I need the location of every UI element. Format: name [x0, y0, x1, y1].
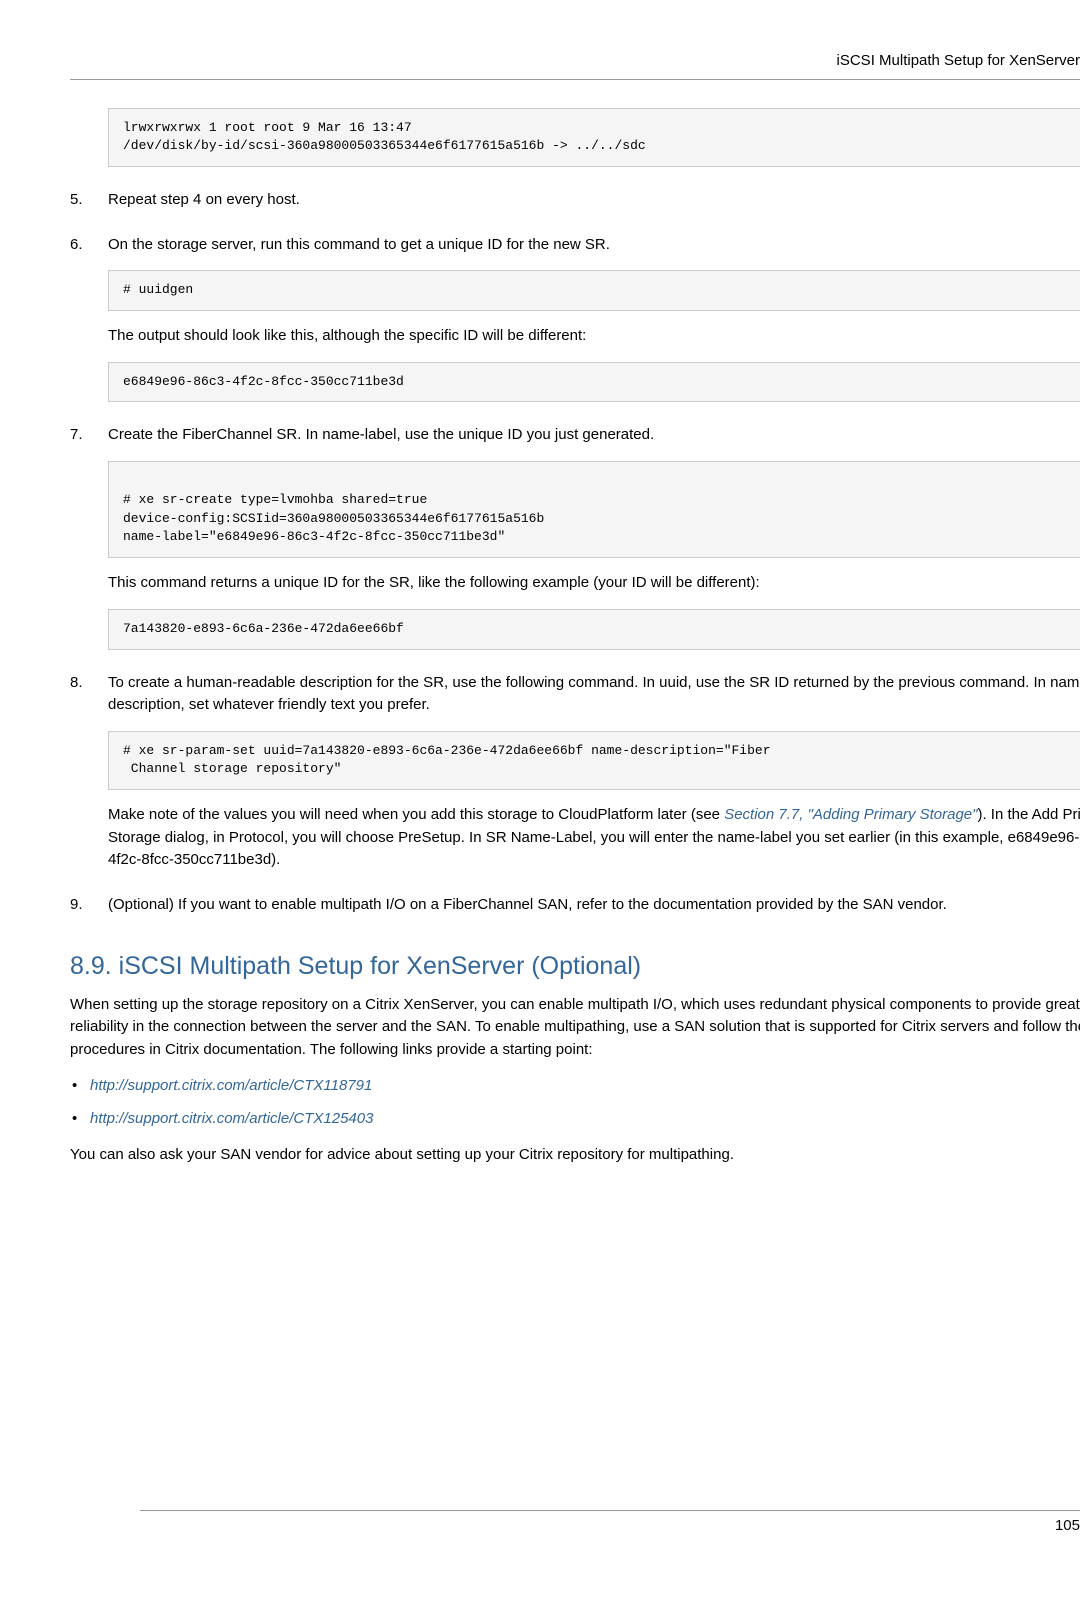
- page-footer: 105: [140, 1510, 1080, 1538]
- text-span: Make note of the values you will need wh…: [108, 806, 724, 823]
- section-paragraph: When setting up the storage repository o…: [70, 994, 1080, 1062]
- step-text: (Optional) If you want to enable multipa…: [108, 894, 1080, 917]
- step-8: To create a human-readable description f…: [70, 672, 1080, 872]
- section-heading: 8.9. iSCSI Multipath Setup for XenServer…: [70, 948, 1080, 986]
- step-6: On the storage server, run this command …: [70, 234, 1080, 403]
- step-list: Repeat step 4 on every host. On the stor…: [70, 189, 1080, 916]
- step-5: Repeat step 4 on every host.: [70, 189, 1080, 212]
- step-9: (Optional) If you want to enable multipa…: [70, 894, 1080, 917]
- step-text: Make note of the values you will need wh…: [108, 804, 1080, 872]
- xref-link[interactable]: Section 7.7, "Adding Primary Storage": [724, 806, 977, 823]
- external-link[interactable]: http://support.citrix.com/article/CTX125…: [90, 1110, 373, 1127]
- code-block: lrwxrwxrwx 1 root root 9 Mar 16 13:47 /d…: [108, 108, 1080, 168]
- step-7: Create the FiberChannel SR. In name-labe…: [70, 424, 1080, 649]
- step-text: On the storage server, run this command …: [108, 234, 1080, 257]
- code-block: # xe sr-param-set uuid=7a143820-e893-6c6…: [108, 731, 1080, 791]
- list-item: http://support.citrix.com/article/CTX125…: [70, 1108, 1080, 1131]
- code-block: # xe sr-create type=lvmohba shared=true …: [108, 461, 1080, 558]
- link-list: http://support.citrix.com/article/CTX118…: [70, 1075, 1080, 1130]
- section-paragraph: You can also ask your SAN vendor for adv…: [70, 1144, 1080, 1167]
- step-text: Repeat step 4 on every host.: [108, 189, 1080, 212]
- step-text: The output should look like this, althou…: [108, 325, 1080, 348]
- step-text: This command returns a unique ID for the…: [108, 572, 1080, 595]
- list-item: http://support.citrix.com/article/CTX118…: [70, 1075, 1080, 1098]
- external-link[interactable]: http://support.citrix.com/article/CTX118…: [90, 1077, 372, 1094]
- code-block: 7a143820-e893-6c6a-236e-472da6ee66bf: [108, 609, 1080, 650]
- code-block: e6849e96-86c3-4f2c-8fcc-350cc711be3d: [108, 362, 1080, 403]
- page-number: 105: [1055, 1517, 1080, 1534]
- code-block: # uuidgen: [108, 270, 1080, 311]
- step-text: Create the FiberChannel SR. In name-labe…: [108, 424, 1080, 447]
- step-text: To create a human-readable description f…: [108, 672, 1080, 717]
- page-header: iSCSI Multipath Setup for XenServer (Opt…: [70, 50, 1080, 80]
